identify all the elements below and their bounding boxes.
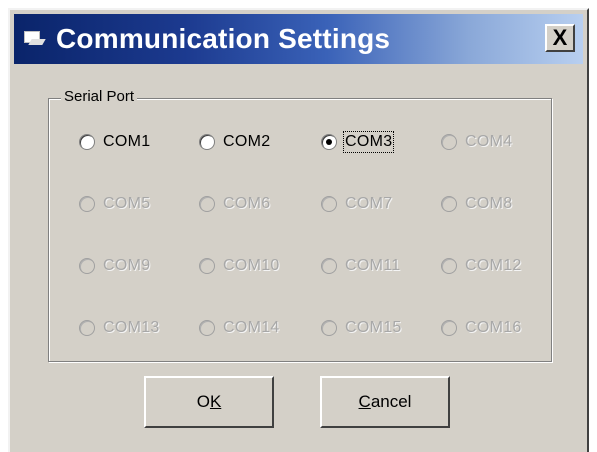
radio-com1[interactable]: COM1	[79, 131, 150, 153]
radio-circle-icon	[79, 258, 95, 274]
radio-com15: COM15	[321, 317, 402, 339]
radio-com10: COM10	[199, 255, 280, 277]
title-bar[interactable]: Communication Settings X	[14, 14, 583, 64]
radio-label: COM13	[103, 319, 160, 336]
radio-circle-icon	[321, 134, 337, 150]
radio-com11: COM11	[321, 255, 400, 277]
radio-circle-icon	[441, 258, 457, 274]
radio-circle-icon	[441, 196, 457, 212]
serial-port-label: Serial Port	[61, 88, 138, 105]
radio-label: COM12	[465, 257, 522, 274]
radio-label: COM2	[223, 133, 271, 150]
radio-com9: COM9	[79, 255, 150, 277]
radio-label: COM3	[342, 131, 395, 153]
radio-label: COM8	[465, 195, 513, 212]
radio-circle-icon	[79, 196, 95, 212]
terminal-icon	[24, 31, 46, 47]
radio-circle-icon	[199, 134, 215, 150]
radio-com16: COM16	[441, 317, 522, 339]
cancel-button[interactable]: Cancel	[320, 376, 450, 428]
radio-com13: COM13	[79, 317, 160, 339]
radio-com7: COM7	[321, 193, 392, 215]
window-title: Communication Settings	[56, 23, 391, 54]
close-icon: X	[552, 25, 568, 50]
ok-button[interactable]: OK	[144, 376, 274, 428]
radio-circle-icon	[199, 196, 215, 212]
radio-label: COM15	[345, 319, 402, 336]
radio-com5: COM5	[79, 193, 150, 215]
radio-circle-icon	[199, 320, 215, 336]
radio-circle-icon	[321, 320, 337, 336]
cancel-label: Cancel	[358, 392, 412, 411]
radio-label: COM6	[223, 195, 271, 212]
radio-label: COM10	[223, 257, 280, 274]
serial-port-group: Serial Port COM1 COM2 COM3 COM4 COM5 COM6 COM7…	[48, 88, 552, 362]
radio-circle-icon	[321, 258, 337, 274]
radio-com4: COM4	[441, 131, 512, 153]
radio-label: COM14	[223, 319, 280, 336]
radio-com3[interactable]: COM3	[321, 131, 395, 153]
radio-circle-icon	[79, 134, 95, 150]
ok-label: OK	[196, 392, 222, 411]
dialog-window: Communication Settings X Serial Port COM…	[8, 8, 589, 452]
radio-com12: COM12	[441, 255, 522, 277]
radio-dot-icon	[326, 139, 332, 145]
radio-label: COM11	[345, 257, 401, 274]
radio-label: COM9	[103, 257, 151, 274]
close-button[interactable]: X	[545, 24, 575, 52]
radio-label: COM1	[103, 133, 151, 150]
radio-com6: COM6	[199, 193, 270, 215]
radio-com8: COM8	[441, 193, 512, 215]
radio-label: COM7	[345, 195, 393, 212]
radio-circle-icon	[199, 258, 215, 274]
radio-circle-icon	[321, 196, 337, 212]
radio-label: COM4	[465, 133, 513, 150]
radio-circle-icon	[79, 320, 95, 336]
radio-label: COM16	[465, 319, 522, 336]
radio-label: COM5	[103, 195, 151, 212]
radio-com14: COM14	[199, 317, 280, 339]
radio-circle-icon	[441, 320, 457, 336]
radio-circle-icon	[441, 134, 457, 150]
radio-com2[interactable]: COM2	[199, 131, 270, 153]
